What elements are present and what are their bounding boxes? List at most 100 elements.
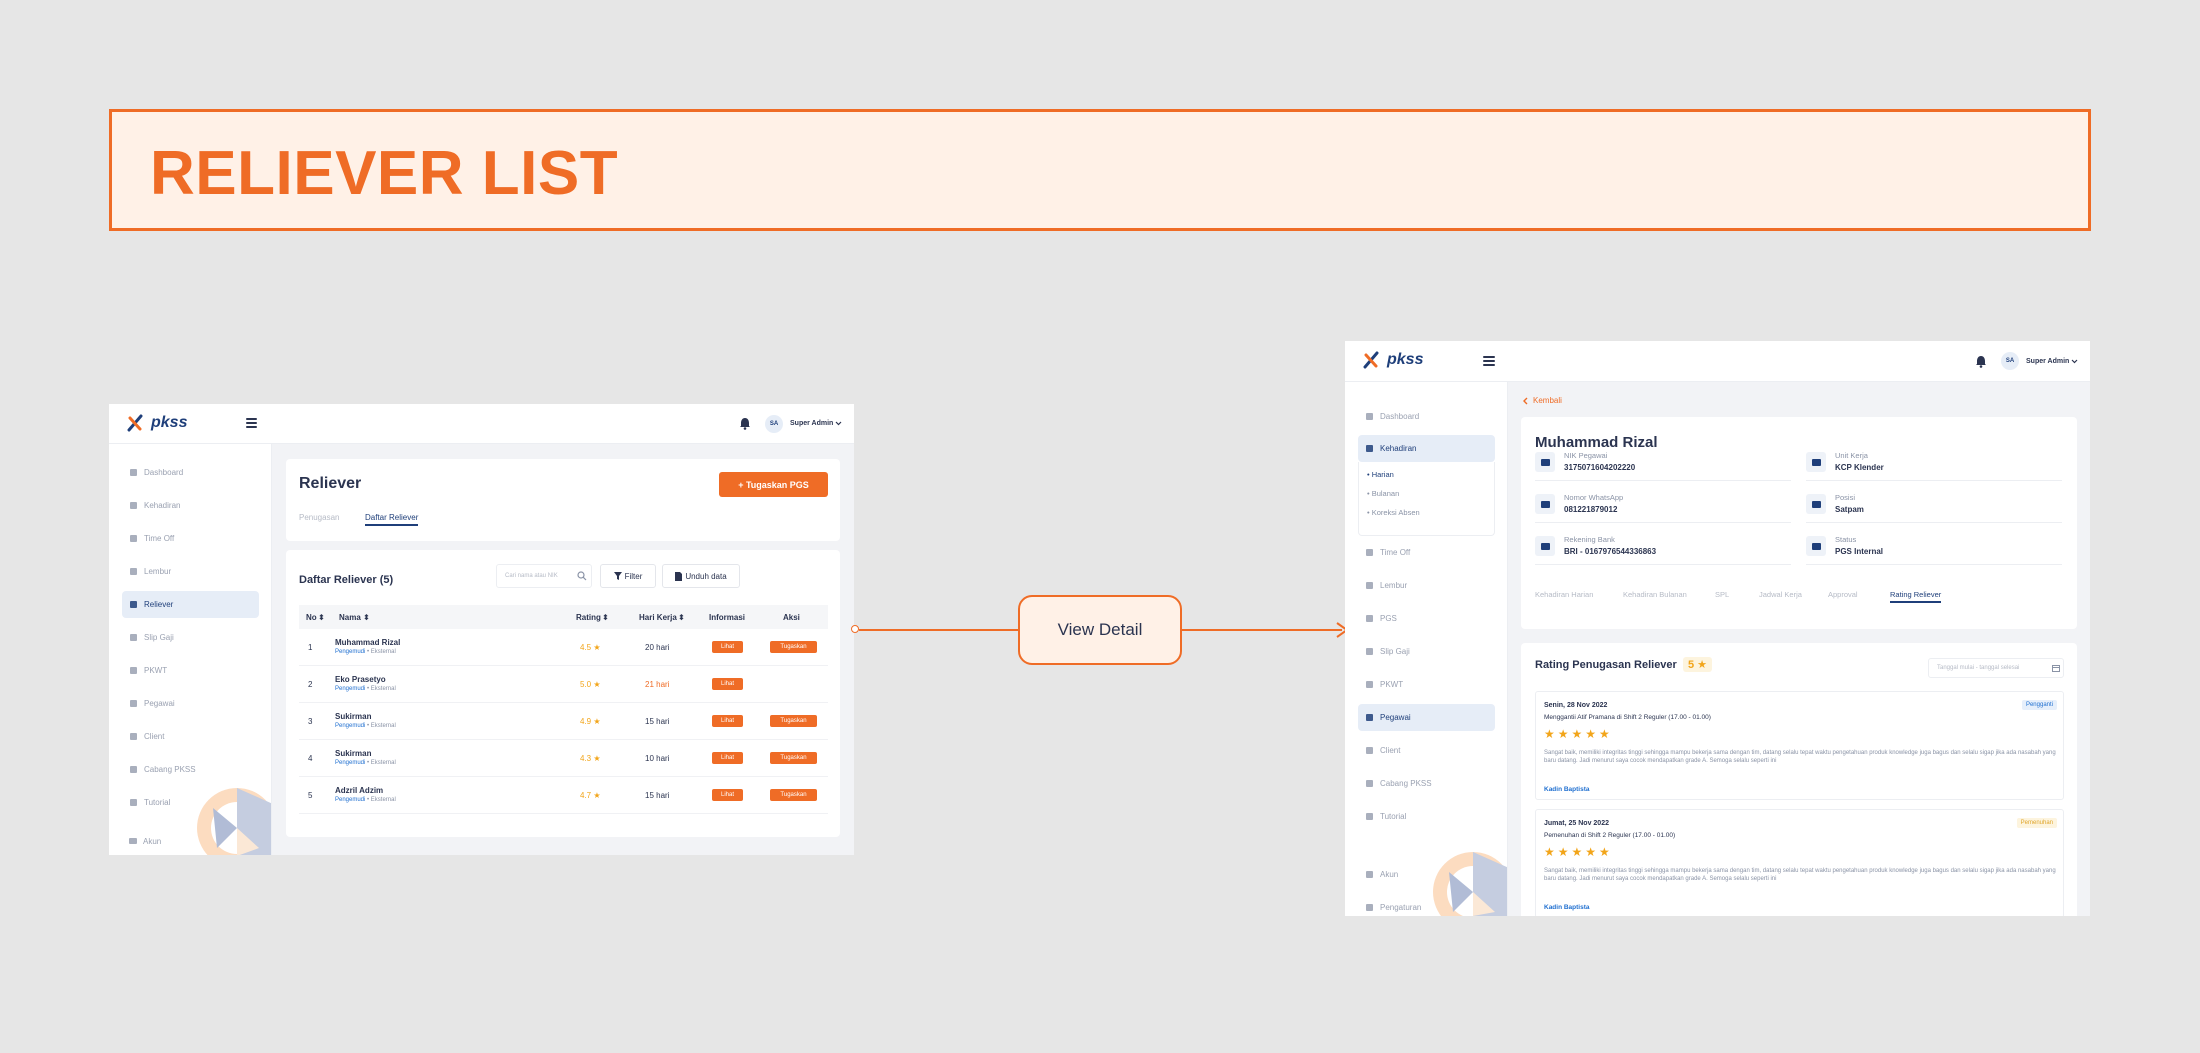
tab-rating-reliever[interactable]: Rating Reliever (1890, 590, 1942, 603)
reliever-name: Sukirman (335, 712, 372, 721)
sidebar-item-lembur[interactable]: Lembur (122, 558, 259, 585)
bell-icon[interactable] (1975, 355, 1987, 368)
filter-button[interactable]: Filter (600, 564, 656, 588)
back-link[interactable]: Kembali (1523, 396, 1562, 405)
sidebar-item-slip-gaji[interactable]: Slip Gaji (122, 624, 259, 651)
user-name[interactable]: Super Admin (790, 420, 833, 427)
sidebar-item-label: Lembur (1380, 581, 1408, 590)
sidebar-item-pegawai[interactable]: Pegawai (122, 690, 259, 717)
assign-button[interactable]: Tugaskan (770, 789, 817, 801)
info-value: KCP Klender (1835, 463, 1884, 472)
bell-icon[interactable] (739, 417, 751, 430)
review-author[interactable]: Kadin Baptista (1544, 904, 1590, 911)
sidebar-item-slip-gaji[interactable]: Slip Gaji (1358, 638, 1495, 665)
view-button[interactable]: Lihat (712, 678, 743, 690)
info-label: Nomor WhatsApp (1564, 493, 1624, 502)
info-value: 3175071604202220 (1564, 463, 1636, 472)
assign-button[interactable]: Tugaskan (770, 752, 817, 764)
reliever-list-card: Daftar Reliever (5) Cari nama atau NIK F… (286, 550, 840, 837)
sidebar-item-time-off[interactable]: Time Off (122, 525, 259, 552)
sidebar-item-label: Tutorial (1380, 812, 1407, 821)
sidebar-item-dashboard[interactable]: Dashboard (122, 459, 259, 486)
view-button[interactable]: Lihat (712, 789, 743, 801)
pkss-logo[interactable]: pkss (127, 414, 187, 432)
review-text: Sangat baik, memiliki integritas tinggi … (1544, 868, 2056, 883)
sidebar-item-pkwt[interactable]: PKWT (122, 657, 259, 684)
reliever-rating: 4.3 ★ (580, 754, 601, 763)
menu-toggle-icon[interactable] (246, 418, 257, 428)
tab-approval[interactable]: Approval (1828, 590, 1858, 599)
avatar[interactable]: SA (765, 415, 783, 433)
divider (1535, 564, 1791, 565)
reliever-meta: Pengemudi • Eksternal (335, 760, 396, 766)
sidebar-item-kehadiran[interactable]: Kehadiran (1358, 435, 1495, 462)
view-button[interactable]: Lihat (712, 641, 743, 653)
reliever-type: Eksternal (370, 686, 396, 692)
sidebar-item-akun[interactable]: Akun (129, 834, 259, 848)
sidebar-item-pkwt[interactable]: PKWT (1358, 671, 1495, 698)
review-date: Senin, 28 Nov 2022 (1544, 702, 1608, 709)
assign-pgs-button[interactable]: + Tugaskan PGS (719, 472, 828, 497)
divider (1535, 480, 1791, 481)
sidebar: Dashboard Kehadiran • Harian • Bulanan • Kor… (1345, 382, 1508, 916)
review-author[interactable]: Kadin Baptista (1544, 786, 1590, 793)
tab-spl[interactable]: SPL (1715, 590, 1729, 599)
menu-toggle-icon[interactable] (1483, 356, 1495, 366)
assign-button[interactable]: Tugaskan (770, 641, 817, 653)
back-label: Kembali (1533, 396, 1562, 405)
column-header-nama[interactable]: Nama (339, 613, 361, 622)
review-shift: Pemenuhan di Shift 2 Reguler (17.00 - 01… (1544, 832, 1676, 839)
sidebar-item-lembur[interactable]: Lembur (1358, 572, 1495, 599)
sidebar-item-client[interactable]: Client (1358, 737, 1495, 764)
chevron-down-icon[interactable] (2071, 359, 2078, 364)
column-header-no[interactable]: No (306, 613, 317, 622)
sidebar-item-time-off[interactable]: Time Off (1358, 539, 1495, 566)
tab-jadwal-kerja[interactable]: Jadwal Kerja (1759, 590, 1802, 599)
home-icon (130, 469, 137, 476)
chevron-down-icon[interactable] (835, 421, 842, 426)
tab-daftar-reliever[interactable]: Daftar Reliever (365, 513, 419, 526)
sidebar-item-reliever[interactable]: Reliever (122, 591, 259, 618)
sidebar-item-label: Akun (1380, 870, 1399, 879)
sidebar-item-dashboard[interactable]: Dashboard (1358, 403, 1495, 430)
sidebar-item-pgs[interactable]: PGS (1358, 605, 1495, 632)
sidebar-item-label: Time Off (1380, 548, 1411, 557)
info-nomor-whatsapp: Nomor WhatsApp 081221879012 (1535, 488, 1791, 518)
swap-icon (1806, 536, 1826, 556)
sidebar-item-label: Dashboard (1380, 412, 1420, 421)
sidebar-item-label: Tutorial (144, 798, 171, 807)
tab-kehadiran-bulanan[interactable]: Kehadiran Bulanan (1623, 590, 1687, 599)
building-icon (1366, 747, 1373, 754)
divider (1806, 564, 2062, 565)
tab-penugasan[interactable]: Penugasan (299, 513, 339, 522)
column-header-hari-kerja[interactable]: Hari Kerja (639, 613, 677, 622)
download-button[interactable]: Unduh data (662, 564, 740, 588)
date-range-input[interactable]: Tanggal mulai - tanggal selesai (1928, 658, 2064, 678)
submenu-item-harian[interactable]: • Harian (1367, 470, 1394, 479)
working-days: 15 hari (645, 791, 670, 800)
row-number: 3 (308, 717, 313, 726)
assign-button[interactable]: Tugaskan (770, 715, 817, 727)
reliever-meta: Pengemudi • Eksternal (335, 649, 396, 655)
info-label: Unit Kerja (1835, 451, 1868, 460)
user-name[interactable]: Super Admin (2026, 358, 2069, 365)
column-header-rating[interactable]: Rating (576, 613, 601, 622)
info-unit-kerja: Unit Kerja KCP Klender (1806, 446, 2062, 476)
view-button[interactable]: Lihat (712, 752, 743, 764)
view-button[interactable]: Lihat (712, 715, 743, 727)
rating-title: Rating Penugasan Reliever (1535, 659, 1677, 671)
sidebar-item-pegawai[interactable]: Pegawai (1358, 704, 1495, 731)
sidebar-item-tutorial[interactable]: Tutorial (1358, 803, 1495, 830)
row-number: 2 (308, 680, 313, 689)
sidebar-item-cabang-pkss[interactable]: Cabang PKSS (1358, 770, 1495, 797)
submenu-item-koreksi-absen[interactable]: • Koreksi Absen (1367, 508, 1420, 517)
reliever-department: Pengemudi (335, 649, 366, 655)
tab-kehadiran-harian[interactable]: Kehadiran Harian (1535, 590, 1593, 599)
avatar[interactable]: SA (2001, 352, 2019, 370)
banner: RELIEVER LIST (109, 109, 2091, 231)
pkss-logo[interactable]: pkss (1363, 351, 1423, 369)
sidebar-item-kehadiran[interactable]: Kehadiran (122, 492, 259, 519)
submenu-item-bulanan[interactable]: • Bulanan (1367, 489, 1399, 498)
reliever-type: Eksternal (370, 760, 396, 766)
sidebar-item-client[interactable]: Client (122, 723, 259, 750)
